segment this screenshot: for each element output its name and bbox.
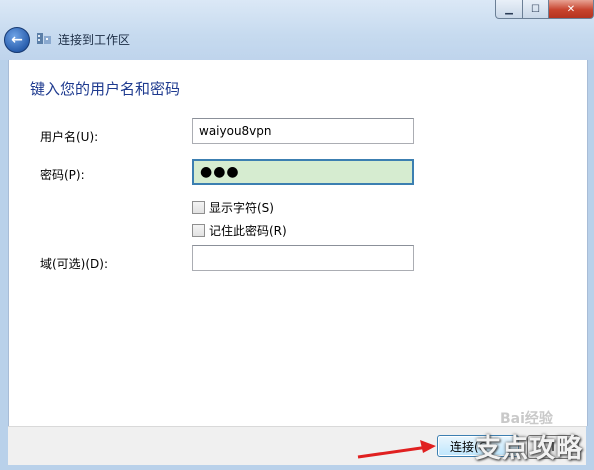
dialog-window: ▁ ☐ ✕ ← 连接到工作区 键入您的用户名和密码 用户名(U): 密码(P):…: [0, 0, 594, 470]
red-arrow-annotation: [357, 440, 436, 459]
watermark-text: 支点攻略: [475, 434, 584, 464]
